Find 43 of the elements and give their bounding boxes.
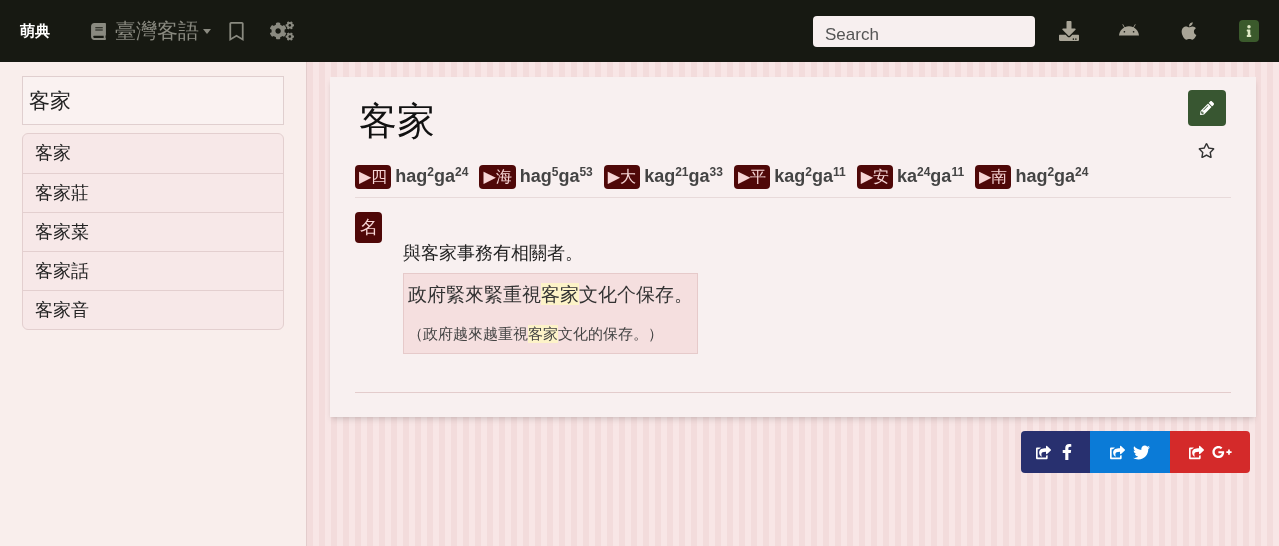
audio-button[interactable]: ▶平 xyxy=(733,165,771,189)
caret-icon xyxy=(203,28,211,34)
share-icon xyxy=(1036,444,1051,460)
suggestion-item[interactable]: 客家音 xyxy=(23,290,283,329)
pronunciation: hag$^{2}$ga$^{24}$ xyxy=(1015,166,1089,186)
share-icon xyxy=(1188,444,1204,460)
pronunciation: kag$^{21}$ga$^{33}$ xyxy=(644,166,723,186)
apple-icon[interactable] xyxy=(1179,21,1199,41)
suggestion-item[interactable]: 客家莊 xyxy=(23,173,283,212)
query-field[interactable]: 客家 xyxy=(22,76,284,125)
search-field[interactable]: Search xyxy=(813,15,1035,47)
edit-button[interactable] xyxy=(1188,90,1226,126)
bird-icon xyxy=(1133,443,1150,461)
pronunciation: kag$^{2}$ga$^{11}$ xyxy=(774,166,846,186)
definition: 與客家事務有相關者。 xyxy=(403,242,584,265)
logo[interactable]: 萌典 xyxy=(20,19,50,43)
suggestion-item[interactable]: 客家話 xyxy=(23,251,283,290)
pronunciation: hag$^{2}$ga$^{24}$ xyxy=(395,166,469,186)
facebook-share-button[interactable] xyxy=(1021,431,1090,473)
audio-button[interactable]: ▶大 xyxy=(603,165,641,189)
share-icon xyxy=(1110,444,1125,460)
star-icon[interactable] xyxy=(1198,142,1215,159)
google-plus-share-button[interactable] xyxy=(1170,431,1250,473)
audio-button[interactable]: ▶四 xyxy=(355,165,392,189)
suggestion-item[interactable]: 客家菜 xyxy=(23,212,283,251)
pronunciation: ka$^{24}$ga$^{11}$ xyxy=(896,166,965,186)
twitter-share-button[interactable] xyxy=(1090,431,1170,473)
dictionary-dropdown[interactable]: 臺灣客語 xyxy=(115,15,211,47)
audio-button[interactable]: ▶安 xyxy=(856,165,893,189)
audio-button[interactable]: ▶海 xyxy=(479,165,516,189)
example-translation: （政府越來越重視客家文化的保存。） xyxy=(408,323,664,345)
example-sentence: 政府緊來緊重視客家文化个保存。 xyxy=(408,282,693,307)
pencil-icon xyxy=(1200,101,1214,115)
info-button[interactable] xyxy=(1239,20,1259,42)
entry-title: 客家 xyxy=(359,98,435,145)
pronunciation: hag$^{5}$ga$^{53}$ xyxy=(519,166,593,186)
download-icon[interactable] xyxy=(1059,21,1079,41)
settings-icon[interactable] xyxy=(270,19,294,43)
bookmark-icon[interactable] xyxy=(227,21,246,41)
part-of-speech-badge: 名 xyxy=(355,212,382,243)
suggestion-item[interactable]: 客家 xyxy=(23,134,283,173)
audio-button[interactable]: ▶南 xyxy=(975,165,1012,189)
book-icon xyxy=(90,22,107,40)
